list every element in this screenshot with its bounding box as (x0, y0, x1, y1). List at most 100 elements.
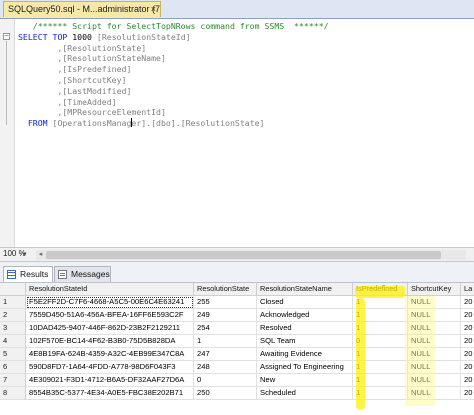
table-cell[interactable]: NULL (408, 387, 461, 400)
query-editor[interactable]: − /****** Script for SelectTopNRows comm… (0, 19, 474, 247)
table-cell[interactable]: 249 (194, 309, 257, 322)
code-line-column: ,[ResolutionState] (57, 42, 147, 53)
row-number[interactable]: 7 (0, 374, 26, 387)
table-cell[interactable]: 248 (194, 361, 257, 374)
table-cell[interactable]: Acknowledged (257, 309, 353, 322)
table-cell[interactable]: 4E309021-F3D1-4712-B6A5-DF32AAF27D6A (26, 374, 194, 387)
table-cell[interactable]: 0 (353, 335, 408, 348)
column-name: [ResolutionState] (62, 42, 147, 53)
column-name: [LastModified] (62, 85, 132, 96)
table-cell[interactable]: 20 (461, 322, 474, 335)
column-name: [ResolutionStateId] (96, 31, 191, 42)
code-line-column: ,[MPResourceElementId] (57, 107, 166, 118)
table-cell[interactable]: 10DAD425-9407-446F-862D-23B2F2129211 (26, 322, 194, 335)
column-name: [ResolutionStateName] (62, 53, 166, 64)
database-name-end: er] (131, 118, 147, 129)
row-number[interactable]: 4 (0, 335, 26, 348)
table-cell[interactable]: Assigned To Engineering (257, 361, 353, 374)
table-cell[interactable]: 8554B35C-5377-4E34-A0E5-FBC38E202B71 (26, 387, 194, 400)
results-grid[interactable]: ResolutionStateId ResolutionState Resolu… (0, 283, 474, 415)
table-cell[interactable]: Scheduled (257, 387, 353, 400)
table-cell[interactable]: Resolved (257, 322, 353, 335)
table-cell[interactable]: 254 (194, 322, 257, 335)
tab-results[interactable]: Results (3, 266, 53, 282)
table-cell[interactable]: 4E8B19FA-624B-4359-A32C-4EB99E347C8A (26, 348, 194, 361)
document-tab-strip: SQLQuery50.sql - M...administrator (78))… (0, 0, 474, 19)
table-cell[interactable]: 7559D450-51A6-456A-BFEA-16FF6E593C2F (26, 309, 194, 322)
table-cell[interactable]: 20 (461, 296, 474, 309)
fold-guide-line (6, 41, 7, 125)
column-name: [IsPredefined] (62, 64, 132, 75)
scrollbar-thumb[interactable] (46, 251, 441, 259)
column-header[interactable]: ResolutionStateName (257, 283, 353, 296)
table-cell[interactable]: 20 (461, 309, 474, 322)
messages-icon (58, 270, 67, 279)
table-cell[interactable]: 20 (461, 335, 474, 348)
code-line-from: FROM [OperationsManager].[dbo].[Resoluti… (18, 118, 329, 129)
table-cell[interactable]: NULL (408, 322, 461, 335)
close-tab-icon[interactable]: × (151, 2, 156, 17)
collapse-region-icon[interactable]: − (3, 33, 10, 40)
query-tab-title: SQLQuery50.sql - M...administrator (78)) (8, 4, 161, 14)
column-name: [MPResourceElementId] (62, 107, 166, 118)
scroll-left-icon[interactable]: ◂ (36, 250, 45, 260)
table-cell[interactable]: 20 (461, 361, 474, 374)
tab-messages[interactable]: Messages (54, 266, 111, 282)
column-header[interactable]: IsPredefined (353, 283, 408, 296)
row-number[interactable]: 3 (0, 322, 26, 335)
table-cell[interactable]: 1 (353, 348, 408, 361)
table-cell[interactable]: NULL (408, 361, 461, 374)
column-header[interactable]: ResolutionStateId (26, 283, 194, 296)
column-header[interactable]: ShortcutKey (408, 283, 461, 296)
zoom-dropdown-icon[interactable]: ▾ (23, 250, 27, 258)
row-number[interactable]: 8 (0, 387, 26, 400)
table-cell[interactable]: 590D8FD7-1A64-4FDD-A778-98D6F043F3 (26, 361, 194, 374)
table-cell[interactable]: 1 (353, 296, 408, 309)
table-cell[interactable]: Closed (257, 296, 353, 309)
table-cell[interactable]: Awaiting Evidence (257, 348, 353, 361)
table-cell[interactable]: 20 (461, 374, 474, 387)
query-document-tab[interactable]: SQLQuery50.sql - M...administrator (78))… (3, 1, 161, 17)
table-cell[interactable]: 1 (353, 309, 408, 322)
table-cell[interactable]: 1 (353, 361, 408, 374)
row-number[interactable]: 6 (0, 361, 26, 374)
column-header[interactable]: La (461, 283, 474, 296)
table-cell[interactable]: 20 (461, 348, 474, 361)
top-keyword: TOP (52, 31, 68, 42)
table-cell[interactable]: NULL (408, 348, 461, 361)
code-line-comment: /****** Script for SelectTopNRows comman… (18, 21, 329, 32)
table-cell[interactable]: 102F570E-BC14-4F62-B3B0-75D5B828DA (26, 335, 194, 348)
table-cell[interactable]: 20 (461, 387, 474, 400)
sql-code[interactable]: /****** Script for SelectTopNRows comman… (18, 21, 329, 129)
table-cell[interactable]: New (257, 374, 353, 387)
table-cell[interactable]: NULL (408, 296, 461, 309)
table-cell[interactable]: 255 (194, 296, 257, 309)
horizontal-scrollbar[interactable]: ◂ (36, 250, 466, 260)
from-keyword: FROM (27, 118, 48, 129)
grid-icon (7, 270, 16, 279)
row-number[interactable]: 5 (0, 348, 26, 361)
column-name: [TimeAdded] (62, 96, 117, 107)
table-cell[interactable]: 1 (353, 374, 408, 387)
table-cell[interactable]: NULL (408, 335, 461, 348)
column-name: [ShortcutKey] (62, 74, 127, 85)
table-cell[interactable]: 1 (194, 335, 257, 348)
table-cell[interactable]: 1 (353, 322, 408, 335)
table-cell[interactable]: NULL (408, 309, 461, 322)
code-line-column: ,[LastModified] (57, 85, 132, 96)
column-header[interactable]: ResolutionState (194, 283, 257, 296)
tab-results-label: Results (20, 269, 49, 279)
table-cell[interactable]: 1 (353, 387, 408, 400)
row-number[interactable]: 2 (0, 309, 26, 322)
table-cell[interactable]: F5E2FF2D-C7F6-4668-A5C5-00E6C4E63241 (26, 296, 194, 309)
table-cell[interactable]: NULL (408, 374, 461, 387)
database-name-start: [OperationsManag (52, 118, 132, 129)
row-number-header[interactable] (0, 283, 26, 296)
table-cell[interactable]: SQL Team (257, 335, 353, 348)
row-number[interactable]: 1 (0, 296, 26, 309)
code-line-select: SELECT TOP 1000 [ResolutionStateId] (18, 32, 329, 43)
table-cell[interactable]: 250 (194, 387, 257, 400)
table-cell[interactable]: 247 (194, 348, 257, 361)
table-cell[interactable]: 0 (194, 374, 257, 387)
tab-messages-label: Messages (71, 269, 110, 279)
